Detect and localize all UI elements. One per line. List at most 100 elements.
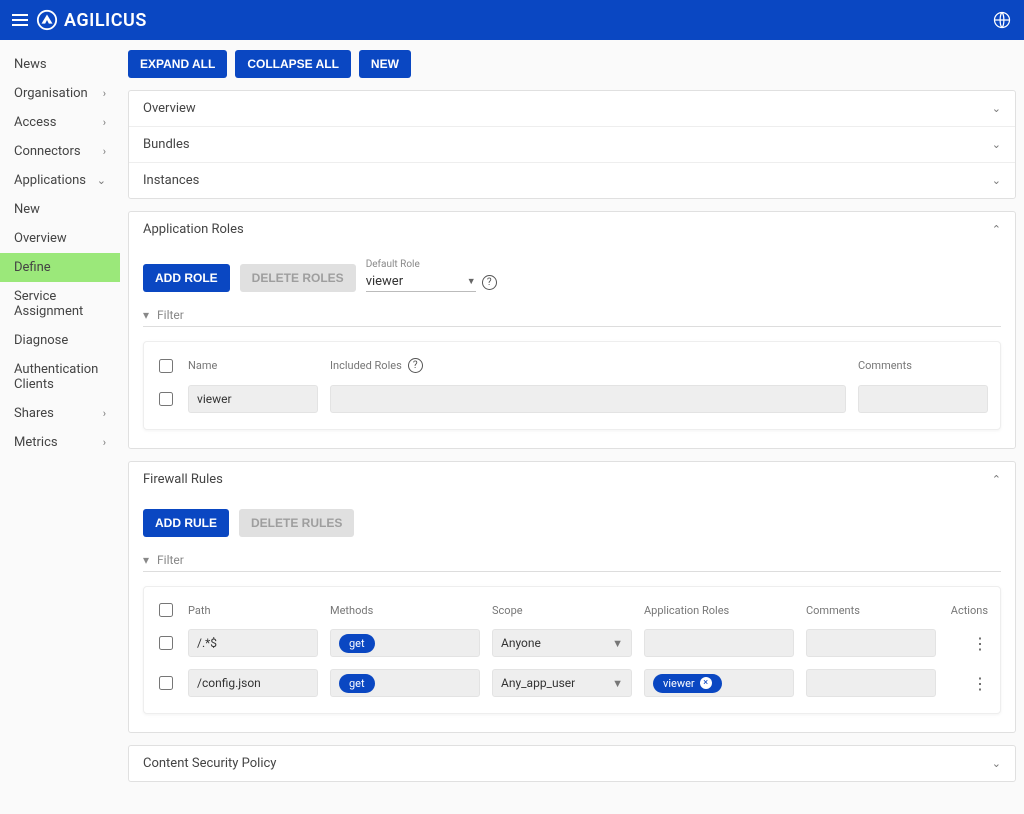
rules-col-actions: Actions	[948, 604, 988, 617]
rules-table: Path Methods Scope Application Roles Com…	[143, 586, 1001, 714]
chevron-down-icon: ⌄	[97, 174, 106, 187]
add-rule-button[interactable]: ADD RULE	[143, 509, 229, 537]
caret-down-icon: ▼	[612, 677, 623, 690]
caret-down-icon: ▼	[612, 637, 623, 650]
role-included-input[interactable]: .	[330, 385, 846, 413]
panel-csp-header[interactable]: Content Security Policy ⌄	[129, 746, 1015, 781]
sidebar-item-connectors[interactable]: Connectors›	[0, 137, 120, 166]
method-pill[interactable]: get	[339, 634, 375, 653]
approle-pill[interactable]: viewer×	[653, 674, 722, 693]
sidebar-item-access[interactable]: Access›	[0, 108, 120, 137]
sidebar-subitem-diagnose[interactable]: Diagnose	[0, 326, 120, 355]
rule-approles-input[interactable]: viewer×	[644, 669, 794, 697]
role-row-checkbox[interactable]	[159, 392, 173, 406]
roles-filter[interactable]: ▾ Filter	[143, 308, 1001, 327]
rule-path-input[interactable]: /.*$	[188, 629, 318, 657]
rules-table-row: /.*$ get Anyone▼ . . ⋮	[156, 623, 988, 663]
delete-rules-button[interactable]: DELETE RULES	[239, 509, 354, 537]
panel-application-roles-header[interactable]: Application Roles ⌃	[129, 212, 1015, 247]
brand-text: AGILICUS	[64, 10, 147, 31]
menu-icon[interactable]	[12, 11, 28, 29]
rule-scope-select[interactable]: Any_app_user▼	[492, 669, 632, 697]
toolbar: EXPAND ALL COLLAPSE ALL NEW	[128, 50, 1016, 78]
filter-icon: ▾	[143, 553, 149, 567]
roles-col-included: Included Roles ?	[330, 358, 846, 373]
rules-col-path: Path	[188, 604, 318, 617]
sidebar-item-news[interactable]: News	[0, 50, 120, 79]
sidebar-item-applications[interactable]: Applications⌄	[0, 166, 120, 195]
sidebar-item-shares[interactable]: Shares›	[0, 399, 120, 428]
chevron-right-icon: ›	[103, 87, 106, 100]
roles-col-comments: Comments	[858, 359, 988, 372]
rule-methods-input[interactable]: get	[330, 669, 480, 697]
row-actions-menu[interactable]: ⋮	[972, 634, 988, 653]
chevron-right-icon: ›	[103, 407, 106, 420]
rule-comments-input[interactable]: .	[806, 669, 936, 697]
collapsed-panels: Overview⌄ Bundles⌄ Instances⌄	[128, 90, 1016, 199]
brand: AGILICUS	[36, 9, 147, 31]
chevron-up-icon: ⌃	[992, 223, 1001, 236]
role-comments-input[interactable]: .	[858, 385, 988, 413]
rules-col-approles: Application Roles	[644, 604, 794, 617]
chevron-down-icon: ⌄	[992, 174, 1001, 187]
role-name-input[interactable]: viewer	[188, 385, 318, 413]
panel-application-roles: Application Roles ⌃ ADD ROLE DELETE ROLE…	[128, 211, 1016, 449]
method-pill[interactable]: get	[339, 674, 375, 693]
rules-col-methods: Methods	[330, 604, 480, 617]
panel-overview[interactable]: Overview⌄	[129, 91, 1015, 127]
rule-scope-select[interactable]: Anyone▼	[492, 629, 632, 657]
delete-roles-button[interactable]: DELETE ROLES	[240, 264, 356, 292]
default-role-field: Default Role viewer ▼ ?	[366, 259, 497, 292]
sidebar-subitem-define[interactable]: Define	[0, 253, 120, 282]
rules-table-row: /config.json get Any_app_user▼ viewer× .…	[156, 663, 988, 703]
panel-instances[interactable]: Instances⌄	[129, 163, 1015, 198]
default-role-select[interactable]: viewer ▼	[366, 272, 476, 292]
chevron-down-icon: ⌄	[992, 138, 1001, 151]
sidebar-item-metrics[interactable]: Metrics›	[0, 428, 120, 457]
chevron-right-icon: ›	[103, 436, 106, 449]
chevron-right-icon: ›	[103, 116, 106, 129]
rules-col-scope: Scope	[492, 604, 632, 617]
remove-icon[interactable]: ×	[700, 677, 712, 689]
sidebar-item-organisation[interactable]: Organisation›	[0, 79, 120, 108]
rule-approles-input[interactable]: .	[644, 629, 794, 657]
topbar: AGILICUS	[0, 0, 1024, 40]
rule-path-input[interactable]: /config.json	[188, 669, 318, 697]
filter-icon: ▾	[143, 308, 149, 322]
chevron-down-icon: ⌄	[992, 102, 1001, 115]
roles-table-row: viewer . .	[156, 379, 988, 419]
chevron-up-icon: ⌃	[992, 473, 1001, 486]
chevron-down-icon: ⌄	[992, 757, 1001, 770]
roles-select-all-checkbox[interactable]	[159, 359, 173, 373]
roles-table: Name Included Roles ? Comments viewer . …	[143, 341, 1001, 430]
collapse-all-button[interactable]: COLLAPSE ALL	[235, 50, 351, 78]
brand-logo-icon	[36, 9, 58, 31]
sidebar-subitem-authentication-clients[interactable]: Authentication Clients	[0, 355, 120, 399]
roles-col-name: Name	[188, 359, 318, 372]
rules-col-comments: Comments	[806, 604, 936, 617]
rules-select-all-checkbox[interactable]	[159, 603, 173, 617]
panel-firewall-rules-header[interactable]: Firewall Rules ⌃	[129, 462, 1015, 497]
default-role-label: Default Role	[366, 259, 497, 270]
rule-comments-input[interactable]: .	[806, 629, 936, 657]
caret-down-icon: ▼	[467, 276, 476, 287]
sidebar-subitem-new[interactable]: New	[0, 195, 120, 224]
panel-firewall-rules: Firewall Rules ⌃ ADD RULE DELETE RULES ▾…	[128, 461, 1016, 733]
expand-all-button[interactable]: EXPAND ALL	[128, 50, 227, 78]
sidebar: News Organisation› Access› Connectors› A…	[0, 40, 120, 814]
rules-filter[interactable]: ▾ Filter	[143, 553, 1001, 572]
sidebar-subitem-overview[interactable]: Overview	[0, 224, 120, 253]
rule-row-checkbox[interactable]	[159, 676, 173, 690]
new-button[interactable]: NEW	[359, 50, 411, 78]
globe-icon[interactable]	[992, 10, 1012, 30]
panel-bundles[interactable]: Bundles⌄	[129, 127, 1015, 163]
add-role-button[interactable]: ADD ROLE	[143, 264, 230, 292]
help-icon[interactable]: ?	[408, 358, 423, 373]
help-icon[interactable]: ?	[482, 275, 497, 290]
sidebar-subitem-service-assignment[interactable]: Service Assignment	[0, 282, 120, 326]
chevron-right-icon: ›	[103, 145, 106, 158]
row-actions-menu[interactable]: ⋮	[972, 674, 988, 693]
panel-csp: Content Security Policy ⌄	[128, 745, 1016, 782]
rule-methods-input[interactable]: get	[330, 629, 480, 657]
rule-row-checkbox[interactable]	[159, 636, 173, 650]
